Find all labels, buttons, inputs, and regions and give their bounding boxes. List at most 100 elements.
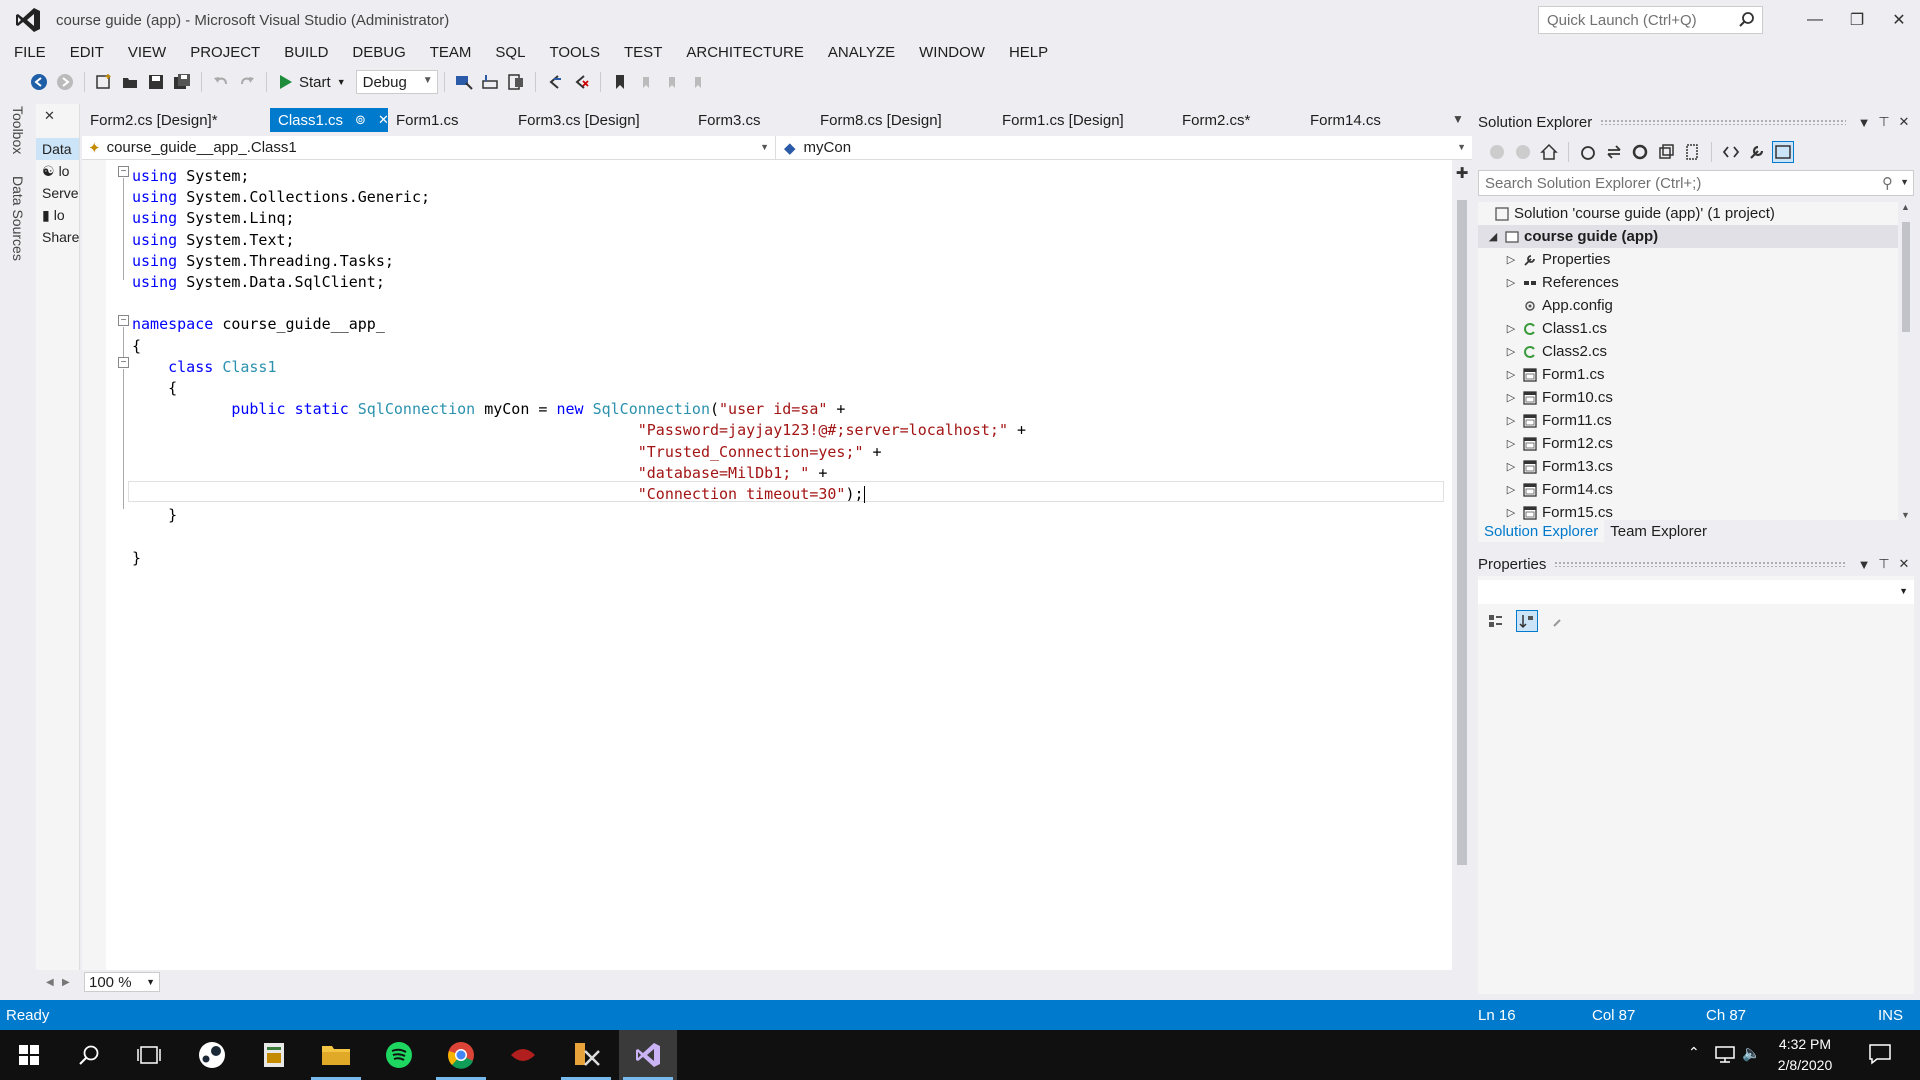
- minimize-button[interactable]: —: [1800, 6, 1830, 34]
- taskbar-app-chrome[interactable]: [432, 1030, 490, 1080]
- tree-item[interactable]: ▷ Properties: [1478, 248, 1898, 271]
- se-properties-button[interactable]: [1746, 141, 1768, 163]
- expand-arrow-icon[interactable]: ▷: [1504, 253, 1518, 266]
- menu-analyze[interactable]: ANALYZE: [816, 44, 907, 61]
- code-text[interactable]: using System; using System.Collections.G…: [132, 166, 1026, 569]
- tab-form2-design[interactable]: Form2.cs [Design]*: [82, 108, 270, 132]
- tree-item[interactable]: ▷ Form11.cs: [1478, 409, 1898, 432]
- expand-arrow-icon[interactable]: ▷: [1504, 414, 1518, 427]
- tab-form3[interactable]: Form3.cs: [690, 108, 812, 132]
- expand-arrow-icon[interactable]: ▷: [1504, 345, 1518, 358]
- volume-icon[interactable]: 🔈: [1742, 1044, 1761, 1062]
- tab-class1[interactable]: Class1.cs ⊚ ✕: [270, 108, 389, 132]
- expand-arrow-icon[interactable]: ▷: [1504, 483, 1518, 496]
- tree-item[interactable]: ▷ Form14.cs: [1478, 478, 1898, 501]
- collapse-arrow-icon[interactable]: ◢: [1486, 230, 1500, 243]
- taskbar-app-steam[interactable]: [183, 1030, 241, 1080]
- task-view-button[interactable]: [120, 1030, 178, 1080]
- se-refresh-button[interactable]: [1629, 141, 1651, 163]
- scroll-right-icon[interactable]: ▶: [62, 977, 70, 988]
- panel-menu-icon[interactable]: ▼: [1854, 115, 1874, 130]
- taskbar-app-file-explorer[interactable]: [307, 1030, 365, 1080]
- clear-bookmarks-button[interactable]: [687, 71, 709, 93]
- menu-edit[interactable]: EDIT: [58, 44, 116, 61]
- taskbar-clock[interactable]: 4:32 PM 2/8/2020: [1760, 1034, 1850, 1076]
- network-icon[interactable]: [1714, 1044, 1736, 1068]
- editor-horizontal-scrollbar[interactable]: [170, 972, 1420, 992]
- expand-arrow-icon[interactable]: ▷: [1504, 460, 1518, 473]
- new-project-button[interactable]: [93, 71, 115, 93]
- se-preview-button[interactable]: [1772, 141, 1794, 163]
- panel-grip[interactable]: [1554, 561, 1846, 567]
- code-editor[interactable]: − − − using System; using System.Collect…: [82, 160, 1452, 970]
- taskbar-app-tools[interactable]: [557, 1030, 615, 1080]
- tab-form3-design[interactable]: Form3.cs [Design]: [510, 108, 690, 132]
- collapse-icon[interactable]: −: [118, 315, 129, 326]
- se-home-button[interactable]: [1538, 141, 1560, 163]
- list-item[interactable]: Serve: [36, 182, 79, 204]
- member-dropdown[interactable]: ◆ myCon ▼: [776, 136, 1472, 159]
- tree-item[interactable]: ▷ Form1.cs: [1478, 363, 1898, 386]
- categorized-button[interactable]: [1484, 610, 1506, 632]
- expand-arrow-icon[interactable]: ▷: [1504, 322, 1518, 335]
- data-panel-title[interactable]: Data: [36, 138, 79, 160]
- tab-solution-explorer[interactable]: Solution Explorer: [1478, 520, 1605, 542]
- taskbar-search-button[interactable]: [60, 1030, 118, 1080]
- chevron-down-icon[interactable]: ▼: [1900, 177, 1909, 187]
- tree-item[interactable]: ▷ Form13.cs: [1478, 455, 1898, 478]
- menu-debug[interactable]: DEBUG: [340, 44, 417, 61]
- tab-form1-design[interactable]: Form1.cs [Design]: [994, 108, 1174, 132]
- scrollbar-thumb[interactable]: [1457, 200, 1467, 865]
- expand-arrow-icon[interactable]: ▷: [1504, 391, 1518, 404]
- editor-vertical-scrollbar[interactable]: [1452, 160, 1472, 970]
- zoom-select[interactable]: 100 % ▼: [84, 972, 160, 992]
- tabs-overflow-icon[interactable]: ▼: [1452, 112, 1464, 126]
- menu-window[interactable]: WINDOW: [907, 44, 997, 61]
- undo-button[interactable]: [210, 71, 232, 93]
- taskbar-app-spotify[interactable]: [370, 1030, 428, 1080]
- tray-overflow-icon[interactable]: ⌃: [1688, 1044, 1700, 1061]
- type-dropdown[interactable]: ✦ course_guide__app_.Class1 ▼: [82, 136, 776, 159]
- open-file-button[interactable]: [119, 71, 141, 93]
- se-history-button[interactable]: [1577, 141, 1599, 163]
- tree-project-node[interactable]: ◢ course guide (app): [1478, 225, 1898, 248]
- se-collapse-button[interactable]: [1655, 141, 1677, 163]
- pin-icon[interactable]: ⊚: [355, 112, 366, 128]
- split-editor-icon[interactable]: ✚: [1452, 164, 1472, 182]
- list-item[interactable]: Share: [36, 226, 79, 248]
- se-forward-button[interactable]: [1512, 141, 1534, 163]
- scroll-down-icon[interactable]: ▼: [1901, 510, 1910, 520]
- taskbar-app-reader[interactable]: [245, 1030, 303, 1080]
- menu-team[interactable]: TEAM: [418, 44, 484, 61]
- tab-team-explorer[interactable]: Team Explorer: [1604, 520, 1713, 542]
- scroll-left-icon[interactable]: ◀: [46, 977, 54, 988]
- menu-file[interactable]: FILE: [0, 44, 58, 61]
- menu-test[interactable]: TEST: [612, 44, 674, 61]
- list-item[interactable]: ▮ lo: [36, 204, 79, 226]
- menu-sql[interactable]: SQL: [483, 44, 537, 61]
- tab-form14[interactable]: Form14.cs: [1302, 108, 1422, 132]
- search-icon[interactable]: ⚲: [1882, 174, 1893, 192]
- se-sync-button[interactable]: [1603, 141, 1625, 163]
- expand-arrow-icon[interactable]: ▷: [1504, 276, 1518, 289]
- list-item[interactable]: ☯ lo: [36, 160, 79, 182]
- toolbox-tab[interactable]: Toolbox: [10, 106, 26, 154]
- prev-bookmark-button[interactable]: [635, 71, 657, 93]
- close-icon[interactable]: ✕: [1894, 556, 1914, 572]
- close-icon[interactable]: ✕: [1894, 114, 1914, 130]
- bookmark-button[interactable]: [609, 71, 631, 93]
- step-button[interactable]: [479, 71, 501, 93]
- taskbar-app-red[interactable]: [494, 1030, 552, 1080]
- save-all-button[interactable]: [171, 71, 193, 93]
- tree-item[interactable]: ▷ Form10.cs: [1478, 386, 1898, 409]
- attach-button[interactable]: [453, 71, 475, 93]
- forward-button[interactable]: [54, 71, 76, 93]
- comment-button[interactable]: [544, 71, 566, 93]
- back-button[interactable]: [28, 71, 50, 93]
- tree-item[interactable]: ▷ Class1.cs: [1478, 317, 1898, 340]
- solution-explorer-search[interactable]: Search Solution Explorer (Ctrl+;) ⚲ ▼: [1478, 170, 1914, 196]
- expand-arrow-icon[interactable]: ▷: [1504, 506, 1518, 519]
- taskbar-app-visual-studio[interactable]: [619, 1030, 677, 1080]
- next-bookmark-button[interactable]: [661, 71, 683, 93]
- menu-build[interactable]: BUILD: [272, 44, 340, 61]
